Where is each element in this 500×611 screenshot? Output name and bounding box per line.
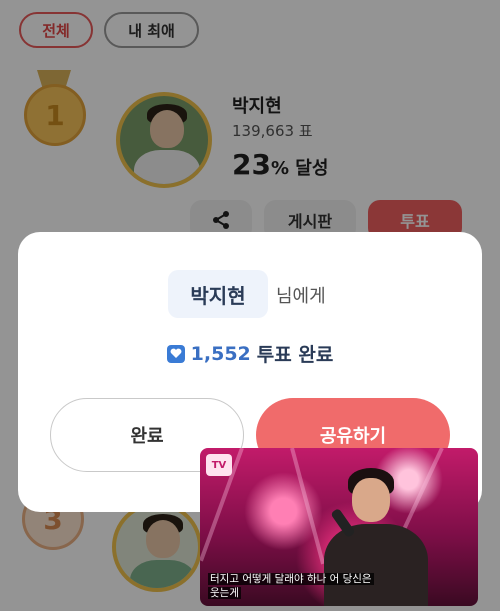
subtitle-line-2: 웃는게 <box>208 587 241 599</box>
recipient-name: 박지현 <box>168 270 268 318</box>
channel-logo-icon: TV <box>206 454 232 476</box>
video-pip-player[interactable]: TV 터지고 어떻게 달래야 하나 어 당신은 웃는게 <box>200 448 478 606</box>
video-subtitle: 터지고 어떻게 달래야 하나 어 당신은 웃는게 <box>208 572 398 600</box>
subtitle-line-1: 터지고 어떻게 달래야 하나 어 당신은 <box>208 573 374 585</box>
recipient-suffix: 님에게 <box>276 286 326 307</box>
vote-done-text: 투표 완료 <box>256 344 334 366</box>
vote-result: 1,552 투표 완료 <box>18 340 482 367</box>
heart-ticket-icon <box>166 344 185 363</box>
vote-count: 1,552 <box>190 342 251 365</box>
